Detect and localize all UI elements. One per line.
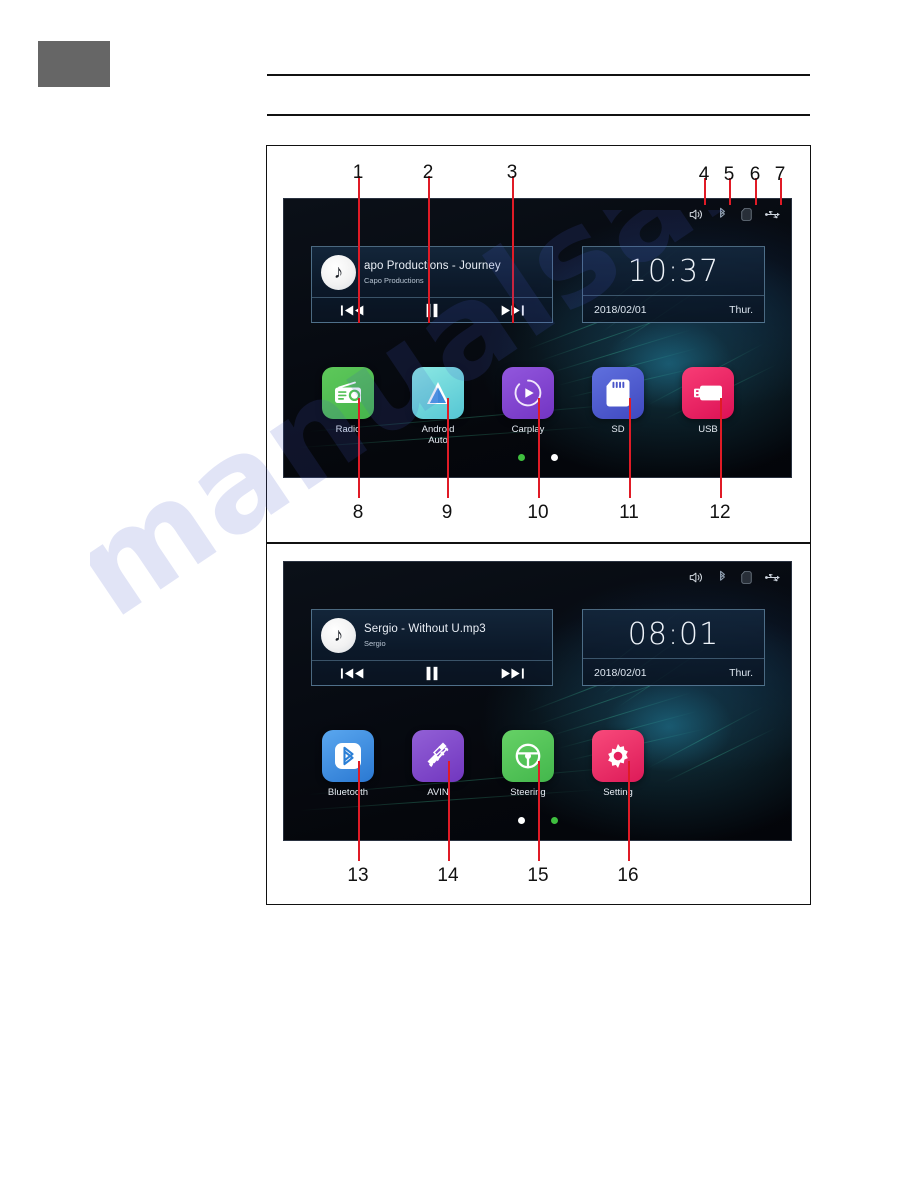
track-title: apo Productions - Journey: [364, 259, 501, 272]
clock-date: 2018/02/01: [594, 303, 647, 316]
callout-number: 14: [437, 865, 459, 886]
track-artist: Capo Productions: [364, 275, 424, 285]
sdcard-icon: [592, 367, 644, 419]
usb-icon: [682, 367, 734, 419]
callout-number: 4: [698, 164, 710, 185]
play-pause-button[interactable]: [405, 299, 459, 323]
app-setting[interactable]: Setting: [592, 730, 644, 799]
callout-number: 2: [422, 162, 434, 183]
page-dot[interactable]: [517, 817, 525, 824]
sdcard-icon[interactable]: [741, 207, 752, 221]
callout-leader-line: [428, 176, 430, 323]
media-info-2: ♪ Sergio - Without U.mp3 Sergio: [312, 610, 552, 660]
callout-number: 15: [527, 865, 549, 886]
callout-leader-line: [358, 398, 360, 498]
clock-weekday: Thur.: [729, 666, 753, 679]
usb-icon[interactable]: [765, 209, 781, 220]
callout-leader-line: [538, 761, 540, 861]
android-auto-icon: [412, 367, 464, 419]
status-bar-2: [689, 568, 781, 586]
callout-leader-line: [720, 398, 722, 498]
bluetooth-icon[interactable]: [717, 570, 728, 584]
album-art-disc-icon: ♪: [321, 617, 356, 653]
radio-icon: [322, 367, 374, 419]
carplay-icon: [502, 367, 554, 419]
callout-leader-line: [447, 398, 449, 498]
callout-number: 10: [527, 502, 549, 523]
clock-weekday: Thur.: [729, 303, 753, 316]
volume-icon[interactable]: [689, 208, 704, 221]
clock-date-row-2: 2018/02/01 Thur.: [583, 658, 764, 686]
clock-time: 10:37: [627, 253, 720, 289]
app-bluetooth[interactable]: Bluetooth: [322, 730, 374, 799]
page-dot-active[interactable]: [517, 454, 525, 461]
callout-leader-line: [358, 176, 360, 323]
avin-icon: [412, 730, 464, 782]
app-steering[interactable]: Steering: [502, 730, 554, 799]
app-label: AVIN: [427, 787, 449, 798]
previous-track-button[interactable]: [325, 662, 379, 686]
status-bar-1: [689, 205, 781, 223]
callout-number: 8: [352, 502, 364, 523]
clock-card-2[interactable]: 08:01 2018/02/01 Thur.: [582, 609, 765, 686]
app-avin[interactable]: AVIN: [412, 730, 464, 799]
callout-number: 3: [506, 162, 518, 183]
callout-number: 5: [723, 164, 735, 185]
media-controls-2: [312, 660, 552, 686]
callout-number: 1: [352, 162, 364, 183]
media-controls-1: [312, 297, 552, 323]
page-dot[interactable]: [550, 454, 558, 461]
gear-icon: [592, 730, 644, 782]
app-label: SD: [611, 424, 625, 435]
bluetooth-icon: [322, 730, 374, 782]
callout-number: 12: [709, 502, 731, 523]
callout-leader-line: [628, 761, 630, 861]
play-pause-button[interactable]: [405, 662, 459, 686]
track-title: Sergio - Without U.mp3: [364, 622, 486, 635]
header-gray-block: [38, 41, 110, 87]
callout-leader-line: [512, 176, 514, 323]
clock-time: 08:01: [627, 616, 720, 652]
app-carplay[interactable]: Carplay: [502, 367, 554, 447]
clock-date-row-1: 2018/02/01 Thur.: [583, 295, 764, 323]
page-dot-active[interactable]: [550, 817, 558, 824]
next-track-button[interactable]: [485, 662, 539, 686]
app-usb[interactable]: USB: [682, 367, 734, 447]
header-rule-bottom: [267, 114, 810, 116]
previous-track-button[interactable]: [325, 299, 379, 323]
track-artist: Sergio: [364, 638, 386, 648]
callout-leader-line: [448, 761, 450, 861]
bluetooth-icon[interactable]: [717, 207, 728, 221]
app-android-auto[interactable]: Android Auto: [412, 367, 464, 447]
callout-number: 7: [774, 164, 786, 185]
app-sd[interactable]: SD: [592, 367, 644, 447]
callout-number: 11: [619, 502, 639, 523]
app-radio[interactable]: Radio: [322, 367, 374, 447]
media-player-card-2[interactable]: ♪ Sergio - Without U.mp3 Sergio: [311, 609, 553, 686]
usb-icon[interactable]: [765, 572, 781, 583]
callout-number: 9: [441, 502, 453, 523]
callout-leader-line: [538, 398, 540, 498]
callout-number: 16: [617, 865, 639, 886]
media-player-card-1[interactable]: ♪ apo Productions - Journey Capo Product…: [311, 246, 553, 323]
callout-leader-line: [358, 761, 360, 861]
app-label: Radio: [335, 424, 361, 435]
app-label: Android Auto: [421, 424, 455, 446]
callout-leader-line: [629, 398, 631, 498]
clock-card-1[interactable]: 10:37 2018/02/01 Thur.: [582, 246, 765, 323]
app-label: Steering: [510, 787, 546, 798]
clock-date: 2018/02/01: [594, 666, 647, 679]
app-label: USB: [698, 424, 718, 435]
volume-icon[interactable]: [689, 571, 704, 584]
media-info-1: ♪ apo Productions - Journey Capo Product…: [312, 247, 552, 297]
callout-number: 13: [347, 865, 369, 886]
album-art-disc-icon: ♪: [321, 254, 356, 290]
steering-icon: [502, 730, 554, 782]
header-rule-top: [267, 74, 810, 76]
callout-number: 6: [749, 164, 761, 185]
app-label: Bluetooth: [327, 787, 369, 798]
sdcard-icon[interactable]: [741, 570, 752, 584]
